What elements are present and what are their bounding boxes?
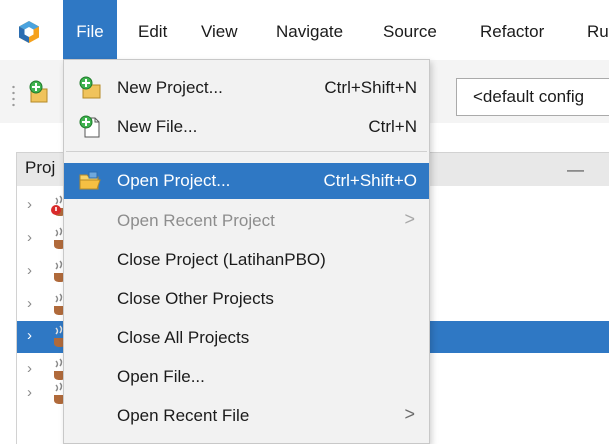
menu-run[interactable]: Ru xyxy=(587,0,609,60)
menu-item-open-recent-project[interactable]: Open Recent Project > xyxy=(64,203,429,239)
submenu-arrow-icon: > xyxy=(404,404,415,424)
menu-item-label: Open Recent File xyxy=(117,406,250,425)
menu-item-close-project[interactable]: Close Project (LatihanPBO) xyxy=(64,242,429,278)
submenu-arrow-icon: > xyxy=(404,209,415,229)
new-project-icon xyxy=(79,76,101,99)
expand-chevron-icon[interactable]: › xyxy=(27,327,32,344)
expand-chevron-icon[interactable]: › xyxy=(27,384,32,401)
file-menu-dropdown: New Project... Ctrl+Shift+N New File... … xyxy=(63,59,430,444)
open-project-icon xyxy=(79,171,101,190)
menu-view[interactable]: View xyxy=(201,0,238,60)
menu-item-label: Open File... xyxy=(117,367,205,386)
projects-panel-title[interactable]: Proj xyxy=(25,158,55,178)
menu-item-new-project[interactable]: New Project... Ctrl+Shift+N xyxy=(64,70,429,106)
expand-chevron-icon[interactable]: › xyxy=(27,229,32,246)
menu-item-shortcut: Ctrl+N xyxy=(368,117,417,136)
menu-item-shortcut: Ctrl+Shift+N xyxy=(324,78,417,97)
menu-item-close-all-projects[interactable]: Close All Projects xyxy=(64,320,429,356)
menu-item-label: Open Recent Project xyxy=(117,211,275,230)
menu-item-label: New File... xyxy=(117,117,198,136)
netbeans-logo-icon xyxy=(19,21,39,43)
expand-chevron-icon[interactable]: › xyxy=(27,360,32,377)
menu-item-label: Close Other Projects xyxy=(117,289,274,308)
menu-item-open-file[interactable]: Open File... xyxy=(64,359,429,395)
menu-item-shortcut: Ctrl+Shift+O xyxy=(323,171,417,190)
expand-chevron-icon[interactable]: › xyxy=(27,196,32,213)
new-file-icon xyxy=(79,115,100,138)
menu-separator xyxy=(66,151,427,152)
toolbar-grip-handle[interactable] xyxy=(12,84,15,108)
menu-item-open-recent-file[interactable]: Open Recent File > xyxy=(64,398,429,434)
new-project-toolbar-icon[interactable] xyxy=(28,80,50,104)
menu-item-label: Close Project (LatihanPBO) xyxy=(117,250,326,269)
menu-item-new-file[interactable]: New File... Ctrl+N xyxy=(64,109,429,145)
menu-item-label: New Project... xyxy=(117,78,223,97)
menu-item-close-other-projects[interactable]: Close Other Projects xyxy=(64,281,429,317)
menu-bar: File Edit View Navigate Source Refactor … xyxy=(0,0,609,60)
configuration-select[interactable]: <default config xyxy=(456,78,609,116)
menu-edit[interactable]: Edit xyxy=(138,0,167,60)
menu-item-label: Close All Projects xyxy=(117,328,250,347)
expand-chevron-icon[interactable]: › xyxy=(27,262,32,279)
expand-chevron-icon[interactable]: › xyxy=(27,295,32,312)
menu-source[interactable]: Source xyxy=(383,0,437,60)
menu-item-open-project[interactable]: Open Project... Ctrl+Shift+O xyxy=(64,163,429,199)
menu-refactor[interactable]: Refactor xyxy=(480,0,544,60)
menu-navigate[interactable]: Navigate xyxy=(276,0,343,60)
menu-file[interactable]: File xyxy=(63,0,117,60)
menu-item-label: Open Project... xyxy=(117,171,231,190)
minimize-panel-button[interactable]: — xyxy=(567,160,584,180)
